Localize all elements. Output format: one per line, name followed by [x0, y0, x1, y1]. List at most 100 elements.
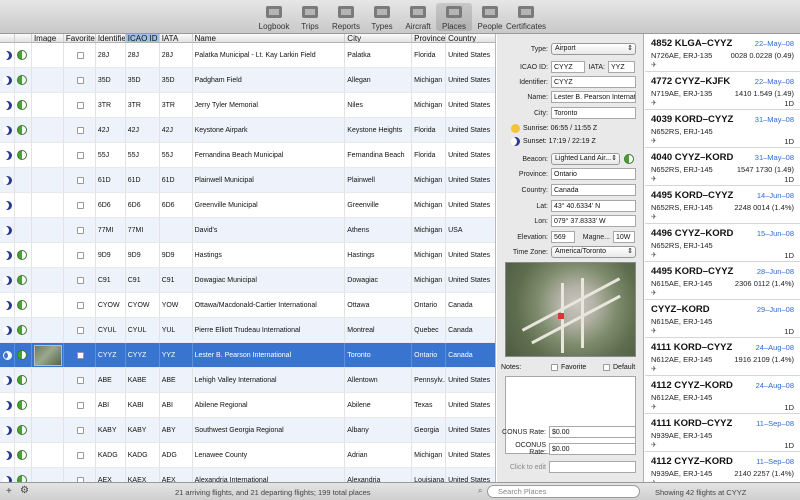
favorite-checkbox[interactable]: [76, 276, 84, 284]
favorite-checkbox[interactable]: [76, 326, 84, 334]
icao-field[interactable]: CYYZ: [551, 61, 585, 73]
favorite-checkbox[interactable]: [76, 126, 84, 134]
flight-item[interactable]: 4112 CYYZ–KORD 11–Sep–08 N939AE, ERJ-145 21…: [645, 452, 800, 482]
column-header[interactable]: Image: [32, 34, 64, 42]
column-header[interactable]: Identifier: [96, 34, 126, 42]
airport-satellite-map[interactable]: [505, 262, 636, 357]
toolbar-places-button[interactable]: Places: [436, 3, 472, 31]
province-field[interactable]: Ontario: [551, 168, 636, 180]
default-checkbox[interactable]: [603, 364, 610, 371]
column-header[interactable]: Name: [193, 34, 346, 42]
favorite-checkbox[interactable]: [76, 376, 84, 384]
column-header[interactable]: [0, 34, 15, 42]
moon-icon: [3, 375, 12, 385]
flight-route: 4495 KORD–CYYZ: [651, 266, 734, 277]
type-select[interactable]: Airport: [551, 43, 636, 55]
table-row[interactable]: AEX KAEX AEX Alexandria International Alexan…: [0, 468, 495, 482]
places-table[interactable]: Image Favorite Identifier ICAO ID IATA Name Ci…: [0, 34, 496, 482]
table-row[interactable]: 77MI 77MI David's Athens Michigan USA: [0, 218, 495, 243]
table-row[interactable]: C91 C91 C91 Dowagiac Municipal Dowagiac Michi…: [0, 268, 495, 293]
name-field[interactable]: Lester B. Pearson Internatio: [551, 91, 636, 103]
table-row[interactable]: 9D9 9D9 9D9 Hastings Hastings Michigan United …: [0, 243, 495, 268]
flight-item[interactable]: 4112 CYYZ–KORD 24–Aug–08 N612AE, ERJ-145 ✈ 1…: [645, 376, 800, 414]
icao-cell: 77MI: [126, 218, 160, 242]
conus-label: CONUS Rate:: [502, 428, 546, 436]
flight-item[interactable]: 4495 KORD–CYYZ 28–Jun–08 N615AE, ERJ-145 23…: [645, 262, 800, 300]
toolbar-label: Certificates: [506, 22, 547, 31]
toolbar-reports-button[interactable]: Reports: [328, 3, 364, 31]
favorite-checkbox[interactable]: [76, 201, 84, 209]
favorite-checkbox[interactable]: [76, 51, 84, 59]
favorite-checkbox[interactable]: [551, 364, 558, 371]
toolbar-people-button[interactable]: People: [472, 3, 508, 31]
table-row[interactable]: ABE KABE ABE Lehigh Valley International All…: [0, 368, 495, 393]
favorite-checkbox[interactable]: [76, 351, 84, 359]
favorite-checkbox[interactable]: [76, 426, 84, 434]
table-row[interactable]: CYOW CYOW YOW Ottawa/Macdonald-Cartier Inte…: [0, 293, 495, 318]
column-header[interactable]: Country: [446, 34, 495, 42]
column-header[interactable]: [15, 34, 32, 42]
favorite-checkbox[interactable]: [76, 401, 84, 409]
beacon-select[interactable]: Lighted Land Air...: [551, 153, 620, 165]
search-input[interactable]: Search Places: [487, 485, 640, 498]
add-icon[interactable]: +: [6, 486, 12, 497]
table-row[interactable]: 61D 61D 61D Plainwell Municipal Plainwell Mic…: [0, 168, 495, 193]
flight-item[interactable]: 4111 KORD–CYYZ 11–Sep–08 N939AE, ERJ-145 ✈ 1…: [645, 414, 800, 452]
flight-item[interactable]: 4039 KORD–CYYZ 31–May–08 N652RS, ERJ-145 ✈ 1…: [645, 110, 800, 148]
column-header[interactable]: ICAO ID: [125, 34, 160, 42]
table-row[interactable]: KADG KADG ADG Lenawee County Adrian Michigan U…: [0, 443, 495, 468]
city-field[interactable]: Toronto: [551, 107, 636, 119]
flight-item[interactable]: 4111 KORD–CYYZ 24–Aug–08 N612AE, ERJ-145 19…: [645, 338, 800, 376]
image-cell: [32, 268, 64, 292]
oconus-field[interactable]: $0.00: [549, 443, 636, 455]
column-header[interactable]: Province: [412, 34, 447, 42]
elevation-field[interactable]: 569: [551, 231, 575, 243]
column-header[interactable]: Favorite: [64, 34, 96, 42]
flight-item[interactable]: CYYZ–KORD 29–Jun–08 N615AE, ERJ-145 ✈ 1D: [645, 300, 800, 338]
favorite-checkbox[interactable]: [76, 451, 84, 459]
country-field[interactable]: Canada: [551, 184, 636, 196]
iata-field[interactable]: YYZ: [608, 61, 635, 73]
table-row[interactable]: ABI KABI ABI Abilene Regional Abilene Texas Un…: [0, 393, 495, 418]
favorite-checkbox[interactable]: [76, 251, 84, 259]
toolbar-types-button[interactable]: Types: [364, 3, 400, 31]
default-label: Default: [613, 364, 636, 371]
favorite-checkbox[interactable]: [76, 151, 84, 159]
gear-icon[interactable]: ⚙: [20, 485, 29, 496]
column-header[interactable]: City: [345, 34, 413, 42]
conus-field[interactable]: $0.00: [549, 426, 636, 438]
flights-list[interactable]: 4852 KLGA–CYYZ 22–May–08 N726AE, ERJ-135 00…: [645, 34, 800, 482]
column-header[interactable]: IATA: [160, 34, 193, 42]
custom-field[interactable]: [549, 461, 636, 473]
table-row[interactable]: 35D 35D 35D Padgham Field Allegan Michigan Uni…: [0, 68, 495, 93]
table-row[interactable]: 3TR 3TR 3TR Jerry Tyler Memorial Niles Michig…: [0, 93, 495, 118]
lon-field[interactable]: 079° 37.8333' W: [551, 215, 636, 227]
flight-item[interactable]: 4040 CYYZ–KORD 31–May–08 N652RS, ERJ-145 15…: [645, 148, 800, 186]
table-row[interactable]: KABY KABY ABY Southwest Georgia Regional Alb…: [0, 418, 495, 443]
table-row[interactable]: 42J 42J 42J Keystone Airpark Keystone Height…: [0, 118, 495, 143]
city-cell: Montreal: [345, 318, 413, 342]
favorite-checkbox[interactable]: [76, 301, 84, 309]
flight-item[interactable]: 4852 KLGA–CYYZ 22–May–08 N726AE, ERJ-135 00…: [645, 34, 800, 72]
table-row[interactable]: 28J 28J 28J Palatka Municipal - Lt. Kay Lar…: [0, 43, 495, 68]
table-row[interactable]: CYYZ CYYZ YYZ Lester B. Pearson Internation…: [0, 343, 495, 368]
magnetic-field[interactable]: 10W: [613, 231, 635, 243]
toolbar-certificates-button[interactable]: Certificates: [506, 3, 547, 31]
flight-item[interactable]: 4495 KORD–CYYZ 14–Jun–08 N652RS, ERJ-145 22…: [645, 186, 800, 224]
favorite-checkbox[interactable]: [76, 176, 84, 184]
toolbar-trips-button[interactable]: Trips: [292, 3, 328, 31]
table-row[interactable]: 6D6 6D6 6D6 Greenville Municipal Greenville M…: [0, 193, 495, 218]
lat-field[interactable]: 43° 40.6334' N: [551, 200, 636, 212]
table-row[interactable]: CYUL CYUL YUL Pierre Elliott Trudeau Intern…: [0, 318, 495, 343]
toolbar-logbook-button[interactable]: Logbook: [256, 3, 292, 31]
toolbar-aircraft-button[interactable]: Aircraft: [400, 3, 436, 31]
favorite-checkbox[interactable]: [76, 101, 84, 109]
flight-route: 4039 KORD–CYYZ: [651, 114, 734, 125]
favorite-checkbox[interactable]: [76, 226, 84, 234]
favorite-checkbox[interactable]: [76, 76, 84, 84]
flight-item[interactable]: 4772 CYYZ–KJFK 22–May–08 N719AE, ERJ-135 14…: [645, 72, 800, 110]
timezone-select[interactable]: America/Toronto: [551, 246, 636, 258]
identifier-field[interactable]: CYYZ: [551, 76, 636, 88]
table-row[interactable]: 55J 55J 55J Fernandina Beach Municipal Ferna…: [0, 143, 495, 168]
flight-item[interactable]: 4496 CYYZ–KORD 15–Jun–08 N652RS, ERJ-145 ✈ 1…: [645, 224, 800, 262]
